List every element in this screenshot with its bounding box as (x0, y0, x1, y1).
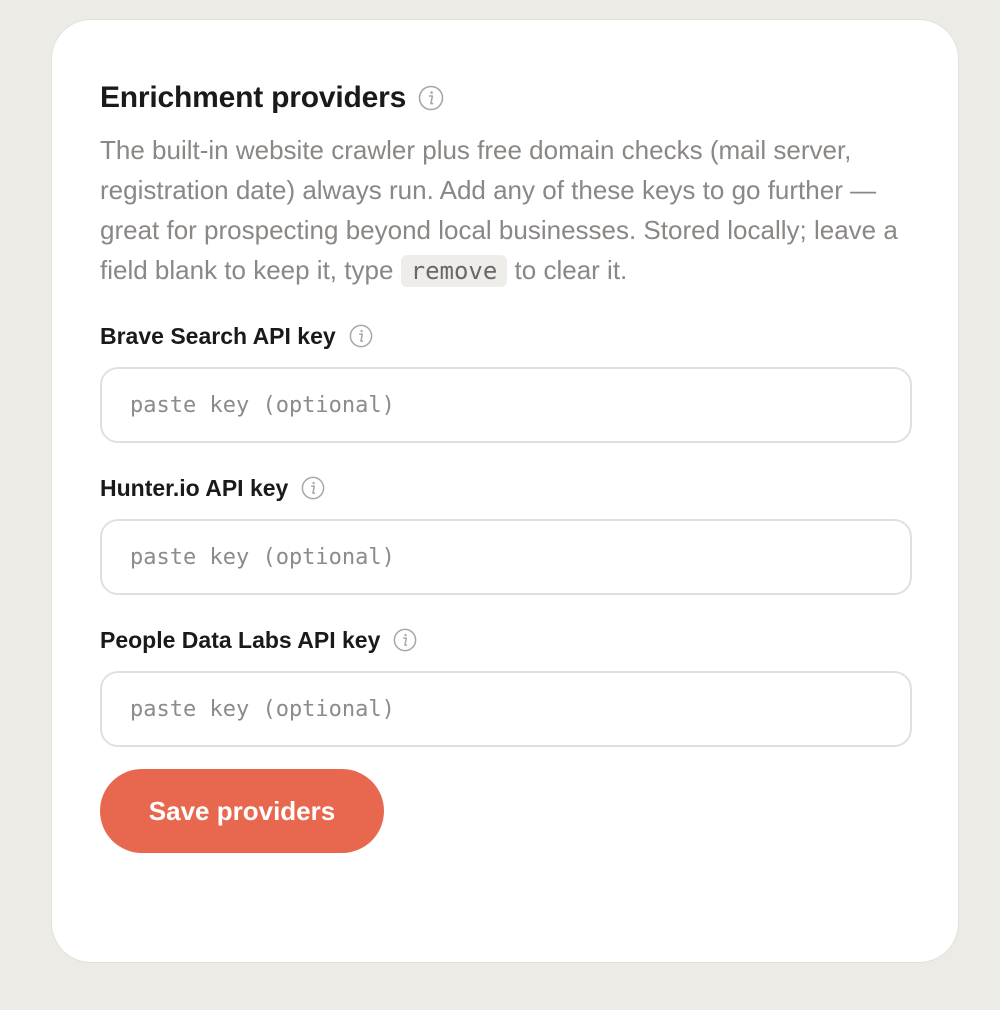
remove-code-snippet: remove (400, 255, 508, 287)
info-icon[interactable] (393, 628, 417, 652)
field-label-row: Hunter.io API key (100, 473, 910, 503)
people-data-labs-key-input[interactable] (100, 671, 912, 747)
card-description: The built-in website crawler plus free d… (100, 130, 900, 291)
field-label-row: Brave Search API key (100, 321, 910, 351)
save-providers-button[interactable]: Save providers (100, 769, 384, 853)
field-label: Hunter.io API key (100, 474, 289, 501)
field-people-data-labs: People Data Labs API key (100, 625, 912, 747)
info-icon[interactable] (301, 476, 325, 500)
info-icon[interactable] (418, 85, 444, 111)
brave-search-key-input[interactable] (100, 367, 912, 443)
field-label-row: People Data Labs API key (100, 625, 910, 655)
info-icon[interactable] (349, 324, 373, 348)
field-hunter-io: Hunter.io API key (100, 473, 912, 595)
field-label: Brave Search API key (100, 322, 336, 349)
enrichment-providers-card: Enrichment providers The built-in websit… (51, 19, 959, 963)
description-text-end: to clear it. (507, 255, 628, 285)
field-label: People Data Labs API key (100, 626, 381, 653)
field-brave-search: Brave Search API key (100, 321, 912, 443)
card-header: Enrichment providers (100, 78, 910, 118)
card-title: Enrichment providers (100, 81, 407, 114)
hunter-io-key-input[interactable] (100, 519, 912, 595)
